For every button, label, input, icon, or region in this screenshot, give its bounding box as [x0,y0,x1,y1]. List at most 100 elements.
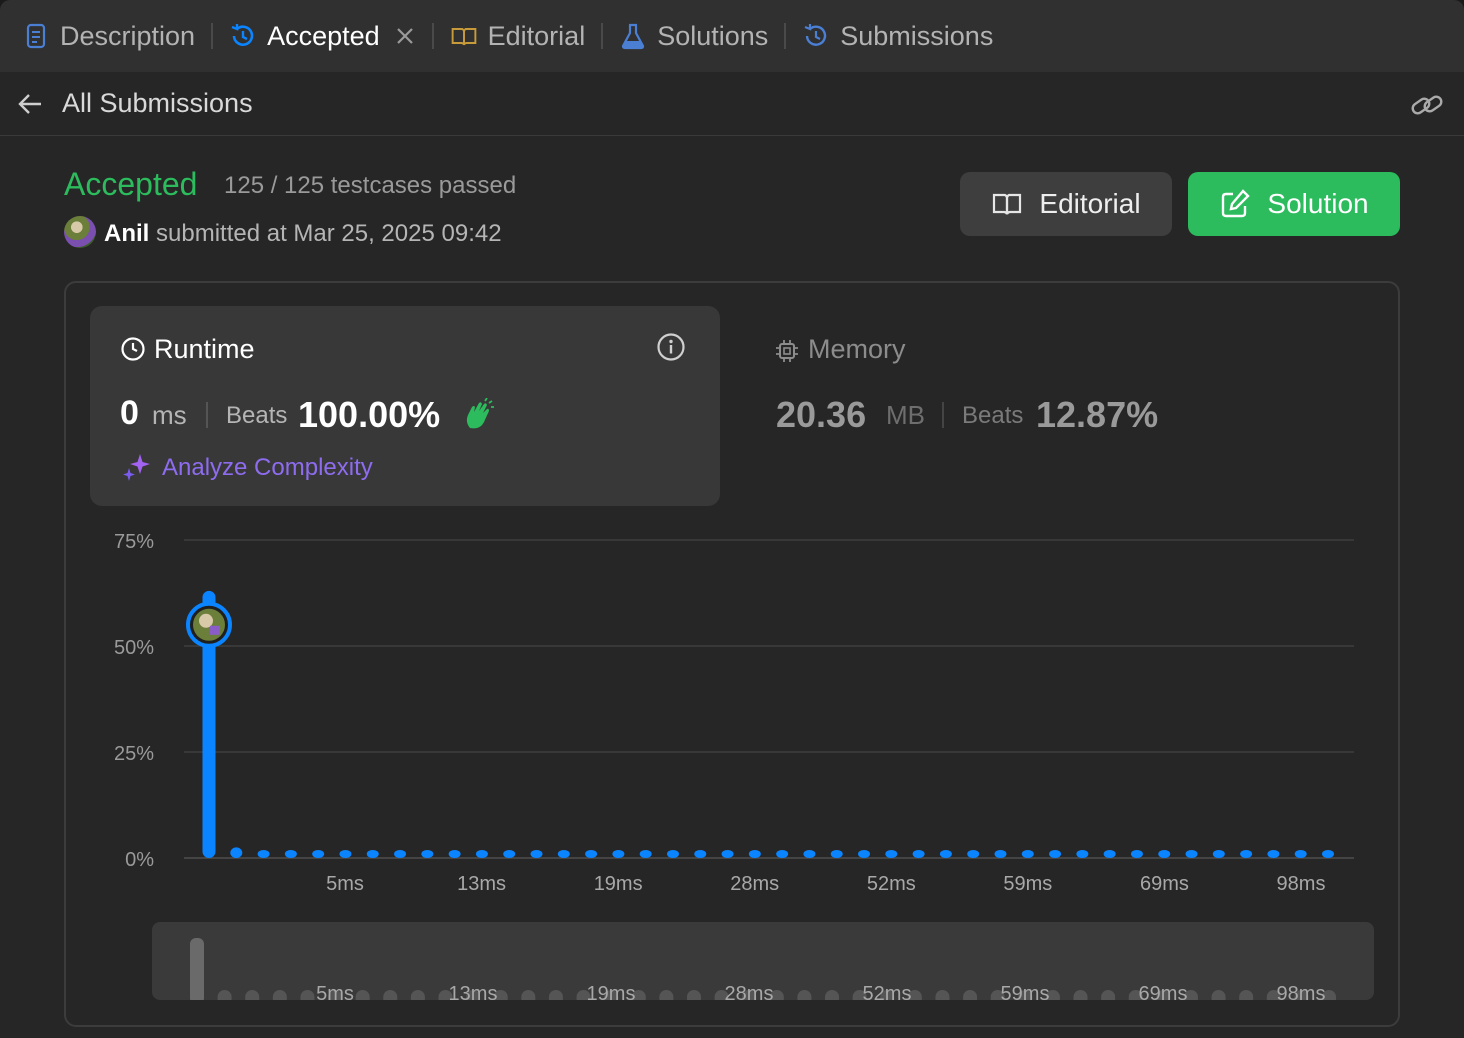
all-submissions-link[interactable]: All Submissions [62,88,253,119]
chart-range-selector[interactable]: 5ms 13ms 19ms 28ms 52ms 59ms 69ms 98ms [152,922,1374,1000]
range-selector-overview: 5ms 13ms 19ms 28ms 52ms 59ms 69ms 98ms [190,938,1336,1000]
info-icon[interactable] [656,332,686,362]
x-tick-label: 69ms [1140,873,1189,895]
x-tick-label: 98ms [1277,873,1326,895]
y-tick-label: 0% [125,849,154,871]
overview-tick-label: 59ms [1001,983,1050,1000]
chart-bar [939,850,952,858]
tab-accepted[interactable]: Accepted [229,0,416,72]
solution-button[interactable]: Solution [1188,172,1400,236]
x-tick-label: 5ms [326,873,364,895]
runtime-label: Runtime [154,334,255,364]
tab-accepted-label: Accepted [267,20,380,51]
overview-bar [548,990,563,1000]
memory-label: Memory [808,334,906,364]
avatar-detail [210,625,220,635]
overview-bar [521,990,536,1000]
tab-submissions-label: Submissions [840,20,994,51]
y-tick-label: 50% [114,637,154,659]
chart-bar [284,850,297,858]
chart-bar [366,850,379,858]
chart-bar [1130,850,1143,858]
chart-bar [1103,850,1116,858]
avatar-face [199,613,213,628]
overview-bar [935,990,950,1000]
chart-bar [475,850,488,858]
overview-tick-label: 19ms [587,983,636,1000]
editorial-button-label: Editorial [1039,188,1141,219]
tab-bar: Description Accepted Editorial Solutions… [0,0,1464,72]
overview-tick-label: 28ms [725,983,774,1000]
chart-bar [1158,850,1171,858]
overview-bar [1101,990,1116,1000]
y-tick-label: 25% [114,743,154,765]
tab-description[interactable]: Description [22,0,195,72]
chart-bar [721,850,734,858]
solution-button-label: Solution [1267,188,1369,219]
runtime-distribution-chart[interactable]: 75% 50% 25% 0% 5ms 13ms 19ms 28ms 52ms 59ms 69ms 98… [90,520,1374,900]
chart-bar [1212,850,1225,858]
overview-tick-label: 52ms [863,983,912,1000]
clap-icon [462,397,496,432]
chart-bar [585,850,598,858]
memory-beats-percent: 12.87% [1036,394,1159,435]
overview-tick-label: 13ms [449,983,498,1000]
chart-bar [612,850,625,858]
memory-unit: MB [886,400,925,430]
tab-divider [211,23,214,49]
x-tick-label: 13ms [457,873,506,895]
arrow-left-icon[interactable] [16,90,44,118]
chart-bar [257,850,270,858]
chart-bar [967,850,980,858]
description-icon [22,22,50,50]
submission-header: All Submissions [0,72,1464,136]
overview-bar [1239,990,1254,1000]
analyze-complexity-link[interactable]: Analyze Complexity [162,454,373,482]
overview-tick-label: 69ms [1139,983,1188,1000]
overview-bar [217,990,232,1000]
memory-value: 20.36 [776,394,867,435]
x-tick-label: 52ms [867,873,916,895]
x-tick-label: 28ms [730,873,779,895]
book-icon [450,22,478,50]
tab-editorial-label: Editorial [487,20,586,51]
close-icon[interactable] [394,25,416,47]
overview-bar [659,990,674,1000]
tab-divider [601,23,604,49]
history-icon [802,22,830,50]
link-icon[interactable] [1410,88,1444,122]
tab-submissions[interactable]: Submissions [802,0,993,72]
divider [206,402,208,428]
chart-bar [1240,850,1253,858]
chart-bar [858,850,871,858]
editorial-button[interactable]: Editorial [960,172,1172,236]
overview-bar [797,990,812,1000]
x-tick-label: 59ms [1003,873,1052,895]
avatar[interactable] [64,216,96,248]
runtime-unit: ms [152,400,187,430]
chart-bar [912,850,925,858]
flask-icon [619,22,647,50]
testcases-passed: 125 / 125 testcases passed [224,172,517,199]
tab-editorial[interactable]: Editorial [450,0,586,72]
overview-bar [686,990,701,1000]
overview-bar [300,990,315,1000]
overview-bar [272,990,287,1000]
chart-bar [394,850,407,858]
tab-solutions[interactable]: Solutions [619,0,768,72]
chart-bar [230,847,243,858]
chart-bar [339,850,352,858]
chart-bar [1049,850,1062,858]
y-tick-label: 75% [114,531,154,553]
chart-bar [503,850,516,858]
chart-bar [830,850,843,858]
chart-bar [557,850,570,858]
book-icon [991,188,1023,220]
overview-bar [245,990,260,1000]
tab-divider [431,23,434,49]
overview-bar [410,990,425,1000]
tab-divider [784,23,787,49]
username[interactable]: Anil [104,220,149,248]
tab-solutions-label: Solutions [657,20,769,51]
chart-bar [694,850,707,858]
